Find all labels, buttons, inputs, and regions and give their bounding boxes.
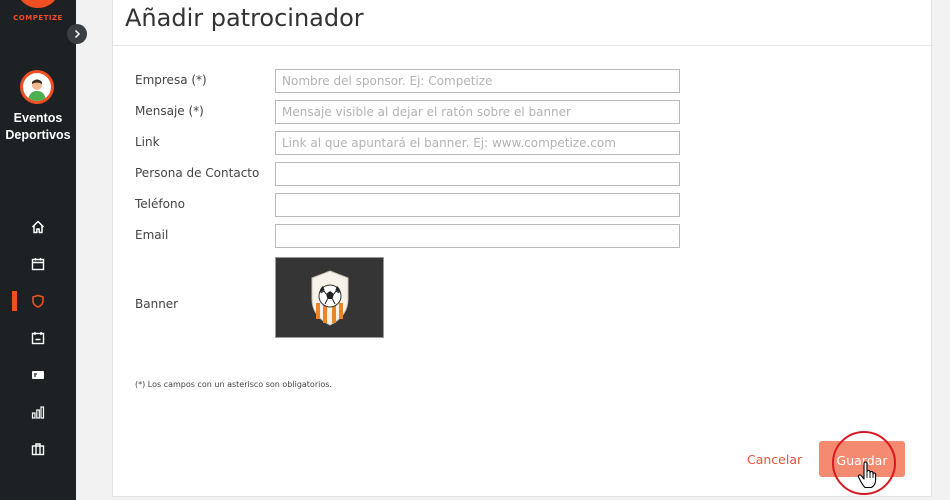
banner-label: Banner	[135, 297, 179, 311]
chevron-right-icon	[74, 29, 81, 39]
sidebar-item-calendar[interactable]	[0, 245, 76, 282]
home-icon	[31, 220, 45, 233]
form-row-empresa: Empresa (*)	[135, 69, 695, 93]
empresa-input[interactable]	[275, 69, 680, 93]
title-divider	[113, 45, 933, 46]
sponsor-form-panel: Añadir patrocinador Empresa (*) Mensaje …	[112, 0, 933, 497]
telefono-label: Teléfono	[135, 197, 185, 211]
link-input[interactable]	[275, 131, 680, 155]
sidebar-collapse-button[interactable]	[67, 24, 87, 44]
required-fields-note: (*) Los campos con un asterisco son obli…	[135, 380, 332, 389]
sidebar-item-business[interactable]	[0, 430, 76, 467]
calendar-icon	[31, 257, 45, 270]
save-button[interactable]: Guardar	[819, 441, 905, 477]
empresa-label: Empresa (*)	[135, 73, 207, 87]
organization-avatar[interactable]	[20, 70, 54, 104]
user-avatar-icon	[28, 79, 46, 101]
payment-card-icon	[32, 370, 44, 379]
contacto-input[interactable]	[275, 162, 680, 186]
sidebar-item-home[interactable]	[0, 208, 76, 245]
telefono-input[interactable]	[275, 193, 680, 217]
form-row-mensaje: Mensaje (*)	[135, 100, 695, 124]
email-input[interactable]	[275, 224, 680, 248]
stats-icon	[31, 405, 45, 419]
mensaje-input[interactable]	[275, 100, 680, 124]
briefcase-icon	[31, 442, 45, 455]
banner-upload[interactable]	[275, 257, 384, 338]
sidebar-nav	[0, 208, 76, 467]
shield-icon	[32, 294, 44, 308]
competize-logo[interactable]	[18, 0, 58, 8]
sidebar-item-tickets[interactable]	[0, 319, 76, 356]
form-row-contacto: Persona de Contacto	[135, 162, 695, 186]
ticket-icon	[31, 331, 45, 344]
mensaje-label: Mensaje (*)	[135, 104, 204, 118]
contacto-label: Persona de Contacto	[135, 166, 260, 180]
page-title: Añadir patrocinador	[125, 4, 364, 32]
organization-name: Eventos Deportivos	[5, 111, 71, 142]
form-row-telefono: Teléfono	[135, 193, 695, 217]
sidebar-item-payments[interactable]	[0, 356, 76, 393]
link-label: Link	[135, 135, 160, 149]
cancel-button[interactable]: Cancelar	[747, 452, 802, 467]
sidebar-item-sponsors[interactable]	[0, 282, 76, 319]
email-label: Email	[135, 228, 169, 242]
sidebar-item-stats[interactable]	[0, 393, 76, 430]
logo-text: COMPETIZE	[13, 14, 63, 22]
shield-soccer-ball-icon	[311, 269, 348, 326]
sidebar: COMPETIZE Eventos Deportivos	[0, 0, 76, 500]
form-row-link: Link	[135, 131, 695, 155]
form-row-email: Email	[135, 224, 695, 248]
